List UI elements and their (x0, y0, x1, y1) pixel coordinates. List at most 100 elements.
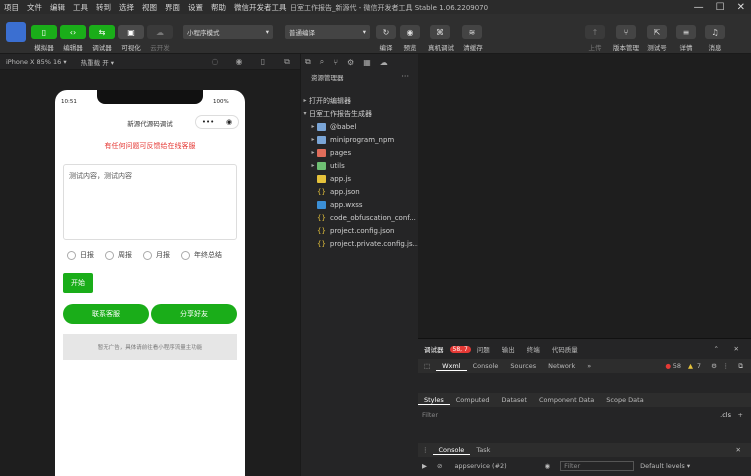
radio-monthly[interactable]: 月报 (143, 250, 170, 260)
compile-select[interactable]: 普通编译 ▾ (285, 25, 370, 39)
start-button[interactable]: 开始 (63, 273, 93, 293)
version-button[interactable]: ⑂ (616, 25, 636, 39)
file-item[interactable]: {} project.private.config.js... (301, 237, 419, 250)
popout-icon[interactable]: ⧉ (282, 57, 292, 67)
simulator-button[interactable]: ▯ (31, 25, 57, 39)
debug-icon[interactable]: ⚙ (347, 58, 354, 67)
tab-scope-data[interactable]: Scope Data (600, 396, 649, 404)
tab-task[interactable]: Task (470, 446, 496, 454)
target-icon[interactable]: ◉ (226, 118, 232, 126)
menu-file[interactable]: 文件 (23, 2, 46, 13)
tab-component-data[interactable]: Component Data (533, 396, 600, 404)
maximize-icon[interactable]: ☐ (716, 2, 725, 13)
tab-dataset[interactable]: Dataset (496, 396, 533, 404)
files-icon[interactable]: ⧉ (305, 57, 311, 67)
tab-console-drawer[interactable]: Console (432, 446, 471, 455)
styles-filter-input[interactable]: Filter (418, 411, 438, 419)
radio-weekly[interactable]: 周报 (105, 250, 132, 260)
compile-button[interactable]: ↻ (376, 25, 396, 39)
project-section[interactable]: ▾ 日室工作报告生成器 (301, 107, 419, 120)
file-item[interactable]: ▸ utils (301, 159, 419, 172)
visual-button[interactable]: ▣ (118, 25, 144, 39)
tab-sources[interactable]: Sources (504, 362, 542, 370)
inspect-icon[interactable]: ⬚ (418, 362, 436, 370)
search-icon[interactable]: ⌕ (320, 57, 324, 67)
tab-debugger[interactable]: 调试器 (418, 344, 450, 354)
dock-icon[interactable]: ⧉ (738, 362, 743, 371)
more-icon[interactable]: ⋮ (418, 446, 433, 454)
contact-button[interactable]: 联系客服 (63, 304, 149, 324)
gear-icon[interactable]: ⚙ (711, 362, 717, 370)
upload-button[interactable]: ↑ (585, 25, 605, 39)
menu-edit[interactable]: 编辑 (46, 2, 69, 13)
avatar[interactable] (6, 22, 26, 42)
menu-view[interactable]: 视图 (138, 2, 161, 13)
tab-code-quality[interactable]: 代码质量 (546, 344, 584, 354)
mode-select[interactable]: 小程序模式 ▾ (183, 25, 273, 39)
file-item[interactable]: ▸ pages (301, 146, 419, 159)
more-tabs-icon[interactable]: » (581, 362, 597, 370)
preview-button[interactable]: ◉ (400, 25, 420, 39)
menu-goto[interactable]: 转到 (92, 2, 115, 13)
close-icon[interactable]: ✕ (734, 345, 739, 353)
clear-console-icon[interactable]: ⊘ (431, 462, 448, 470)
file-item[interactable]: ▸ miniprogram_npm (301, 133, 419, 146)
minimize-icon[interactable]: — (694, 2, 704, 13)
menu-interface[interactable]: 界面 (161, 2, 184, 13)
radio-annual[interactable]: 年终总结 (181, 250, 222, 260)
radio-daily[interactable]: 日报 (67, 250, 94, 260)
cloud-icon[interactable]: ☁ (380, 58, 388, 67)
file-item[interactable]: ▸ @babel (301, 120, 419, 133)
file-item[interactable]: app.js (301, 172, 419, 185)
menu-wechat-devtools[interactable]: 微信开发者工具 (230, 2, 291, 13)
tab-terminal[interactable]: 终端 (521, 344, 546, 354)
phone-icon[interactable]: ▯ (258, 57, 268, 67)
menu-select[interactable]: 选择 (115, 2, 138, 13)
file-item[interactable]: {} code_obfuscation_conf... (301, 211, 419, 224)
capsule-menu[interactable]: ••• ◉ (195, 115, 239, 129)
clear-cache-button[interactable]: ≋ (462, 25, 482, 39)
rotate-icon[interactable]: ◌ (210, 57, 220, 67)
plus-icon[interactable]: + (738, 411, 743, 419)
details-button[interactable]: ≡ (676, 25, 696, 39)
sidebar-toggle-icon[interactable]: ▶ (418, 462, 431, 470)
tab-wxml[interactable]: Wxml (436, 362, 467, 371)
tab-computed[interactable]: Computed (450, 396, 496, 404)
file-item[interactable]: app.wxss (301, 198, 419, 211)
share-button[interactable]: 分享好友 (151, 304, 237, 324)
tab-console[interactable]: Console (467, 362, 505, 370)
tab-problems[interactable]: 问题 (471, 344, 496, 354)
console-filter-input[interactable]: Filter (560, 461, 635, 471)
device-select[interactable]: iPhone X 85% 16 ▾ (6, 58, 67, 66)
eye-icon[interactable]: ◉ (538, 462, 556, 470)
test-account-button[interactable]: ⇱ (647, 25, 667, 39)
menu-settings[interactable]: 设置 (184, 2, 207, 13)
menu-tools[interactable]: 工具 (69, 2, 92, 13)
menu-help[interactable]: 帮助 (207, 2, 230, 13)
content-textarea[interactable]: 测试内容，测试内容 (63, 164, 237, 240)
extensions-icon[interactable]: ▦ (363, 58, 371, 67)
file-item[interactable]: {} project.config.json (301, 224, 419, 237)
tab-network[interactable]: Network (542, 362, 581, 370)
menu-project[interactable]: 项目 (0, 2, 23, 13)
record-icon[interactable]: ◉ (234, 57, 244, 67)
tab-styles[interactable]: Styles (418, 396, 450, 405)
close-icon[interactable]: ✕ (736, 446, 741, 454)
hot-reload-select[interactable]: 热重载 开 ▾ (81, 57, 114, 67)
cls-toggle[interactable]: .cls (720, 411, 731, 419)
messages-button[interactable]: ♫ (705, 25, 725, 39)
more-icon[interactable]: ••• (202, 118, 214, 126)
context-select[interactable]: appservice (#2) (448, 462, 538, 470)
real-debug-button[interactable]: ⌘ (430, 25, 450, 39)
editor-button[interactable]: ‹› (60, 25, 86, 39)
file-item[interactable]: {} app.json (301, 185, 419, 198)
debugger-button[interactable]: ⇆ (89, 25, 115, 39)
open-editors-section[interactable]: ▸ 打开的编辑器 (301, 94, 419, 107)
more-icon[interactable]: ··· (401, 72, 409, 81)
source-control-icon[interactable]: ⑂ (333, 58, 338, 67)
more-icon[interactable]: ⋮ (723, 362, 730, 370)
chevron-up-icon[interactable]: ⌃ (714, 345, 719, 353)
cloud-button[interactable]: ☁ (147, 25, 173, 39)
tab-output[interactable]: 输出 (496, 344, 521, 354)
levels-select[interactable]: Default levels ▾ (634, 462, 696, 470)
